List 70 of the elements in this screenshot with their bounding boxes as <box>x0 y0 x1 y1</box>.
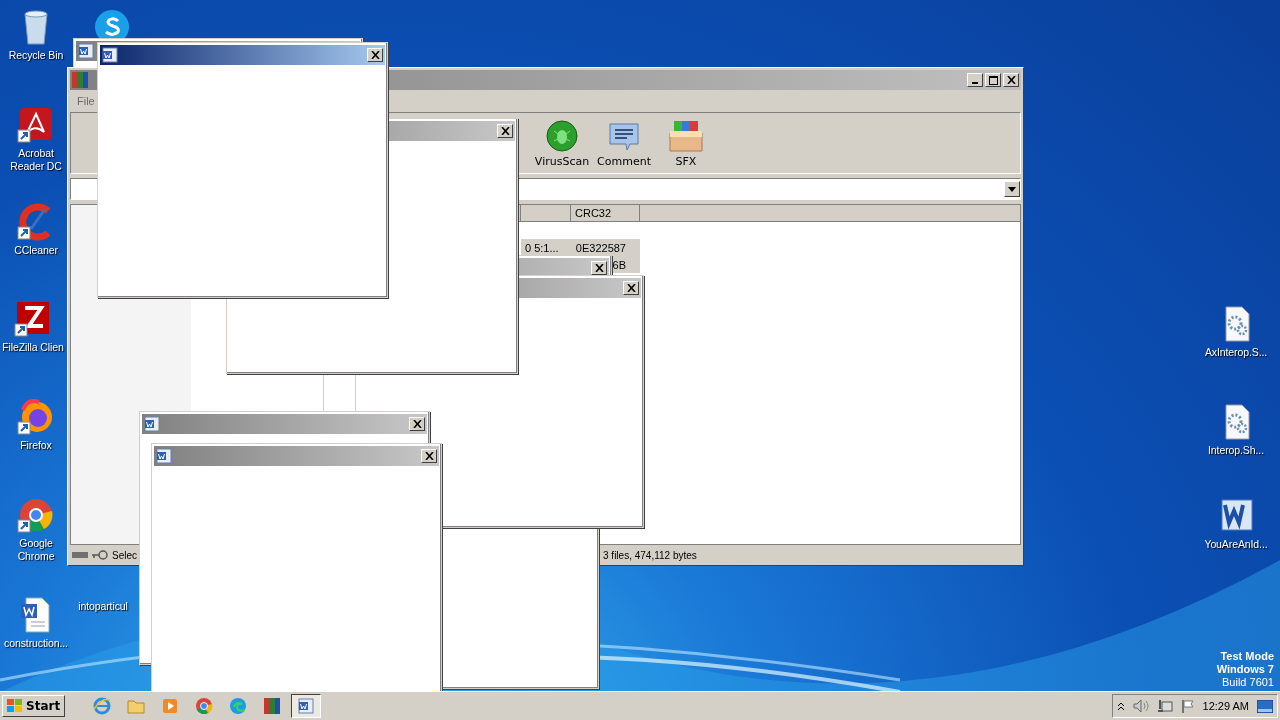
close-button[interactable] <box>409 417 425 431</box>
minimize-button[interactable] <box>967 73 983 87</box>
document-icon <box>78 43 94 59</box>
box-icon <box>666 118 706 153</box>
app-icon <box>72 72 88 88</box>
icon-label[interactable]: construction... <box>4 637 68 650</box>
file-row[interactable]: 0 5:1... 0E322587 <box>521 239 640 256</box>
network-icon[interactable] <box>1156 699 1173 713</box>
archive-totals: 3 files, 474,112 bytes <box>603 549 697 561</box>
play-icon <box>162 698 179 714</box>
browser-icon <box>93 697 112 715</box>
selection-status: Selec <box>112 549 137 561</box>
close-button[interactable] <box>421 449 437 463</box>
close-icon <box>500 127 510 135</box>
close-icon <box>412 420 422 428</box>
close-button[interactable] <box>367 48 383 62</box>
close-icon <box>424 452 434 460</box>
icon-label[interactable]: YouAreAnId... <box>1204 538 1268 551</box>
flag-icon[interactable] <box>1180 699 1195 713</box>
icon-label[interactable]: Google Chrome <box>17 537 55 563</box>
system-watermark: Test Mode <box>1220 650 1274 663</box>
close-icon <box>370 51 380 59</box>
app-icon[interactable] <box>17 398 55 436</box>
close-button[interactable] <box>623 281 639 295</box>
icon-label[interactable]: CCleaner <box>14 244 58 257</box>
close-button[interactable] <box>591 261 607 275</box>
icon-label[interactable]: AxInterop.S... <box>1204 346 1268 359</box>
dropdown-button[interactable] <box>1004 181 1020 197</box>
close-button[interactable] <box>497 124 513 138</box>
close-icon <box>1006 76 1016 84</box>
key-icon <box>92 550 108 560</box>
column-header[interactable] <box>521 205 571 222</box>
icon-label[interactable]: Acrobat Reader DC <box>10 147 62 173</box>
document-icon <box>144 416 160 432</box>
folder-icon <box>127 698 146 714</box>
toolbar-button[interactable]: VirusScan <box>535 118 589 168</box>
document-icon <box>156 448 172 464</box>
icon-label[interactable]: Interop.Sh... <box>1208 444 1264 457</box>
toolbar-button[interactable]: SFX <box>659 118 713 168</box>
icon-label[interactable]: intoparticul <box>78 600 128 613</box>
caret-icon <box>1008 186 1016 192</box>
toolbar-button[interactable]: Comment <box>597 118 651 168</box>
document-icon <box>298 698 315 714</box>
show-desktop-icon[interactable] <box>1257 699 1273 713</box>
drive-icon <box>72 551 88 559</box>
windows-logo-icon <box>7 699 23 713</box>
icon-label[interactable]: Recycle Bin <box>8 49 64 62</box>
bug-icon <box>545 118 579 153</box>
browser-icon <box>229 697 248 715</box>
system-watermark: Build 7601 <box>1222 676 1274 689</box>
taskbar-button[interactable] <box>291 694 322 718</box>
app-icon[interactable] <box>17 496 55 534</box>
system-watermark: Windows 7 <box>1216 663 1274 676</box>
chevron-up-icon[interactable] <box>1116 701 1125 711</box>
icon-label[interactable]: FileZilla Clien <box>2 341 64 354</box>
close-icon <box>626 284 636 292</box>
archive-icon <box>263 697 282 715</box>
browser-icon <box>195 697 214 715</box>
document-icon <box>102 47 118 63</box>
maximize-button[interactable] <box>985 73 1001 87</box>
app-icon[interactable] <box>14 300 52 338</box>
maximize-icon <box>988 75 998 85</box>
close-icon <box>594 264 604 272</box>
column-header[interactable]: CRC32 <box>571 205 640 222</box>
app-icon[interactable] <box>17 106 55 144</box>
icon-label[interactable]: Firefox <box>20 439 52 452</box>
close-button[interactable] <box>1003 73 1019 87</box>
start-button[interactable]: Start <box>2 695 66 717</box>
speaker-icon[interactable] <box>1132 699 1149 713</box>
clock[interactable]: 12:29 AM <box>1202 700 1249 712</box>
